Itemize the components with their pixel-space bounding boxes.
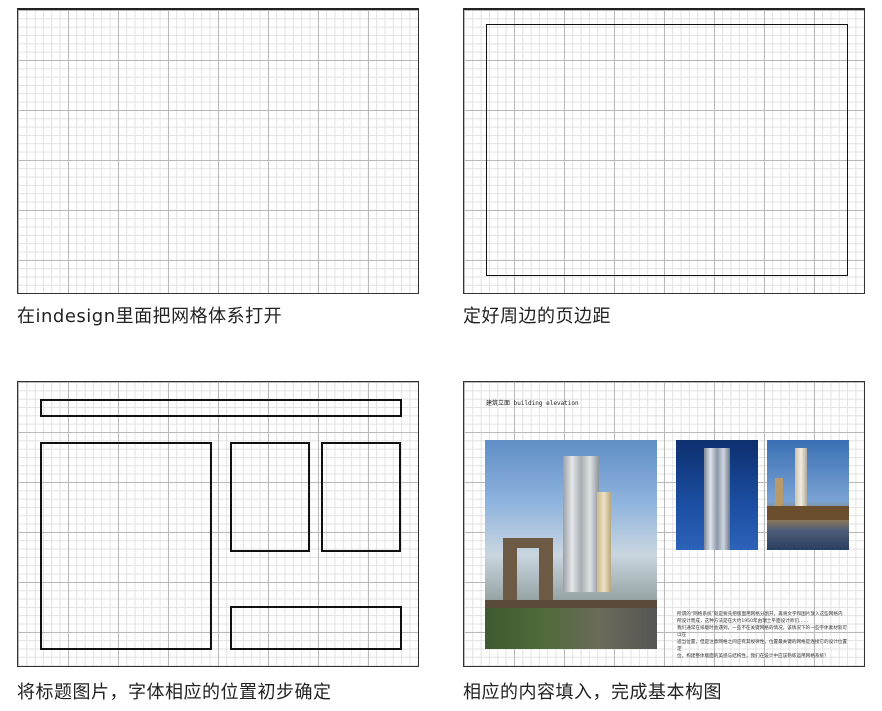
text-block [230, 606, 402, 650]
image-block-3 [321, 442, 401, 552]
caption-step-4: 相应的内容填入，完成基本构图 [463, 682, 722, 703]
brooklyn-bridge-photo [485, 440, 657, 649]
caption-step-3: 将标题图片，字体相应的位置初步确定 [17, 682, 332, 703]
image-block-2 [230, 442, 310, 552]
caption-step-2: 定好周边的页边距 [463, 306, 611, 327]
body-line: 我们通常在排版时会遇到，一些不在关键网格的情况，该情况下的一些字体素材就可以在 [677, 626, 847, 638]
page-title: 建筑立面 building elevation [486, 400, 579, 407]
layout-panel [17, 381, 419, 667]
grid-panel [17, 8, 419, 294]
tower-night-photo [676, 440, 758, 550]
body-line: 位，构建整体版面的美感与结构性，我们在设计中应该熟练运用网格系统？ [677, 654, 829, 659]
margin-panel [463, 8, 865, 294]
caption-step-1: 在indesign里面把网格体系打开 [17, 306, 283, 327]
title-block [40, 399, 402, 417]
body-line: 所设计而成，这种方法是在大约1950年由瑞士平面设计师们…… [677, 619, 809, 624]
margin-frame [486, 24, 848, 276]
body-line: 适当位置，但是注意网格之间应有其规律性，位置最关键的网格是连接它的设计位置定 [677, 640, 847, 652]
body-line: 所谓的“网格系统”就是要先把版面用网格分割开，再将文字和图片放入这些网格内 [677, 612, 843, 617]
skyline-photo [767, 440, 849, 550]
body-text: 所谓的“网格系统”就是要先把版面用网格分割开，再将文字和图片放入这些网格内 所设… [677, 611, 849, 660]
final-panel: 建筑立面 building elevation 所谓的“网格系统”就是要先把版面… [463, 381, 865, 667]
main-image-block [40, 442, 212, 650]
